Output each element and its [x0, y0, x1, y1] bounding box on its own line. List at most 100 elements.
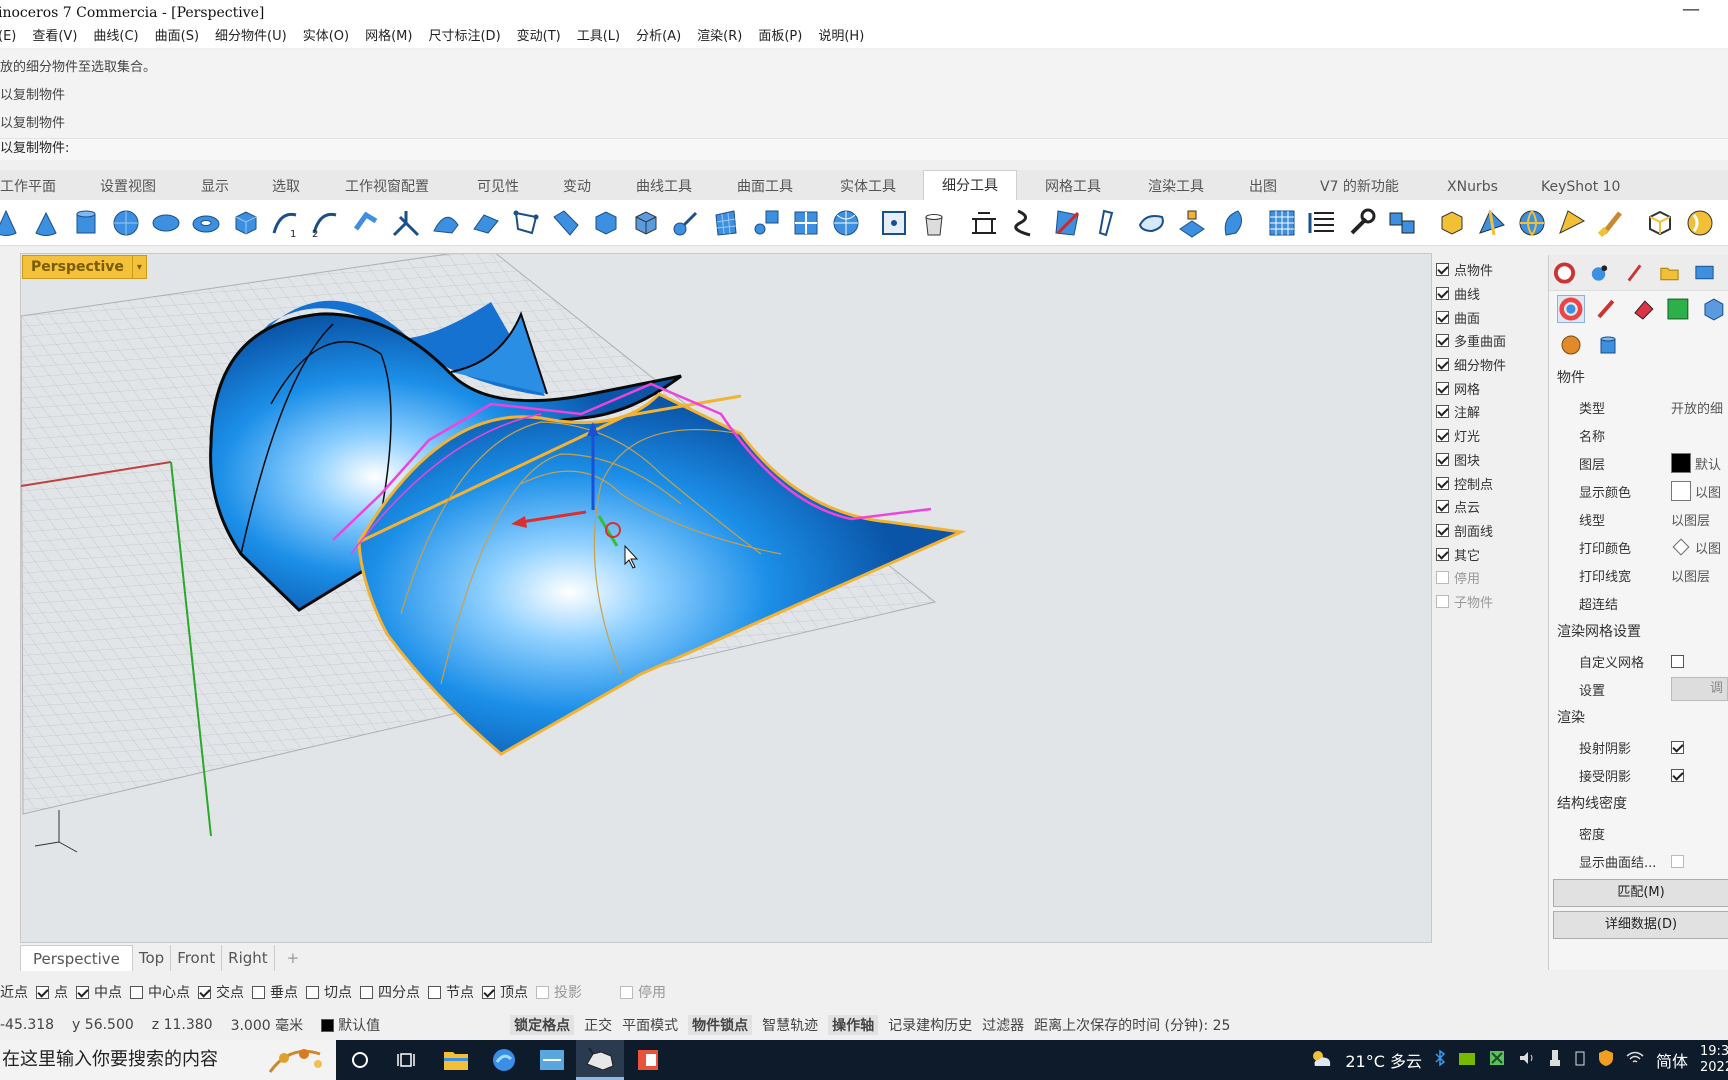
- checkbox[interactable]: [1671, 740, 1684, 754]
- tab-surface-tools[interactable]: 曲面工具: [737, 174, 793, 200]
- checkbox[interactable]: [1671, 768, 1684, 782]
- offset-icon[interactable]: [1218, 207, 1250, 239]
- keyshot-box-icon[interactable]: [1436, 207, 1468, 239]
- brush-icon[interactable]: [1623, 261, 1646, 285]
- visibility-item[interactable]: 停用: [1436, 566, 1546, 590]
- subdivide-icon[interactable]: [790, 207, 822, 239]
- nvidia-icon[interactable]: [1458, 1051, 1476, 1070]
- object-props-icon[interactable]: [1557, 295, 1585, 323]
- pane-filter[interactable]: 过滤器: [982, 1015, 1024, 1035]
- patch-icon[interactable]: [470, 207, 502, 239]
- visibility-item[interactable]: 细分物件: [1436, 353, 1546, 377]
- visibility-item[interactable]: 灯光: [1436, 424, 1546, 448]
- keyshot-send-icon[interactable]: [1556, 207, 1588, 239]
- visibility-item[interactable]: 曲面: [1436, 305, 1546, 329]
- skin-icon[interactable]: [390, 207, 422, 239]
- display-color-value[interactable]: 以图: [1695, 482, 1721, 501]
- insert-point-icon[interactable]: [878, 207, 910, 239]
- visibility-item[interactable]: 网格: [1436, 376, 1546, 400]
- checkbox[interactable]: [1436, 381, 1449, 395]
- property-row-cast-shadow[interactable]: 投射阴影: [1549, 733, 1728, 761]
- database-icon[interactable]: [1595, 333, 1619, 357]
- menu-subd[interactable]: 细分物件(U): [207, 26, 295, 48]
- checkbox[interactable]: [1436, 571, 1449, 585]
- details-button[interactable]: 详细数据(D): [1553, 911, 1728, 939]
- texture-icon[interactable]: [1629, 295, 1657, 323]
- pencil-icon[interactable]: [1593, 295, 1621, 323]
- weather-text[interactable]: 21°C 多云: [1345, 1048, 1422, 1072]
- property-row-linetype[interactable]: 线型 以图层: [1549, 505, 1728, 533]
- list-icon[interactable]: [1306, 207, 1338, 239]
- checkbox[interactable]: [1671, 654, 1684, 668]
- visibility-item[interactable]: 剖面线: [1436, 519, 1546, 543]
- checkbox[interactable]: [428, 985, 441, 999]
- checkbox[interactable]: [1436, 594, 1449, 608]
- checkbox[interactable]: [1436, 429, 1449, 443]
- tab-keyshot[interactable]: KeyShot 10: [1541, 174, 1620, 200]
- visibility-item[interactable]: 点云: [1436, 495, 1546, 519]
- tab-solid-tools[interactable]: 实体工具: [840, 174, 896, 200]
- task-view-icon[interactable]: [384, 1040, 432, 1080]
- brush-icon[interactable]: [1596, 207, 1628, 239]
- pane-smarttrack[interactable]: 智慧轨迹: [762, 1015, 818, 1035]
- tab-v7-new[interactable]: V7 的新功能: [1320, 174, 1399, 200]
- property-row-hyperlink[interactable]: 超连结: [1549, 589, 1728, 617]
- menu-dimension[interactable]: 尺寸标注(D): [420, 26, 508, 48]
- pane-history[interactable]: 记录建构历史: [888, 1015, 972, 1035]
- folder-icon[interactable]: [1658, 261, 1681, 285]
- sphere-icon[interactable]: [110, 207, 142, 239]
- cylinder-icon[interactable]: [70, 207, 102, 239]
- command-prompt[interactable]: 以复制物件:: [0, 138, 1728, 160]
- tray-icon[interactable]: [1574, 1049, 1586, 1071]
- connect-icon[interactable]: [670, 207, 702, 239]
- display-icon[interactable]: [1693, 261, 1716, 285]
- checkbox[interactable]: [1436, 500, 1449, 514]
- edit-points-icon[interactable]: [510, 207, 542, 239]
- osnap-quadrant[interactable]: 四分点: [360, 982, 420, 1002]
- pane-grid-snap[interactable]: 锁定格点: [510, 1015, 575, 1035]
- mesh-grid-icon[interactable]: [710, 207, 742, 239]
- volume-icon[interactable]: [1518, 1050, 1536, 1070]
- tab-cplanes[interactable]: 工作平面: [0, 174, 56, 200]
- osnap-disable[interactable]: 停用: [620, 982, 666, 1002]
- search-placeholder[interactable]: 在这里输入你要搜索的内容: [2, 1049, 218, 1070]
- checkbox[interactable]: [130, 985, 143, 999]
- print-width-value[interactable]: 以图层: [1671, 566, 1728, 585]
- property-row-print-color[interactable]: 打印颜色 以图: [1549, 533, 1728, 561]
- tab-select[interactable]: 选取: [272, 174, 300, 200]
- menu-edit[interactable]: (E): [0, 26, 24, 48]
- pane-ortho[interactable]: 正交: [584, 1015, 612, 1035]
- menu-transform[interactable]: 变动(T): [509, 26, 569, 48]
- property-row-receive-shadow[interactable]: 接受阴影: [1549, 761, 1728, 789]
- match-button[interactable]: 匹配(M): [1553, 879, 1728, 907]
- wifi-icon[interactable]: [1626, 1050, 1644, 1070]
- layer-swatch[interactable]: [1671, 453, 1691, 473]
- visibility-item[interactable]: 曲线: [1436, 282, 1546, 306]
- usb-icon[interactable]: [1548, 1049, 1562, 1071]
- visibility-item[interactable]: 注解: [1436, 400, 1546, 424]
- tab-render-tools[interactable]: 渲染工具: [1148, 174, 1204, 200]
- menu-analyze[interactable]: 分析(A): [628, 26, 689, 48]
- bridge-tool-icon[interactable]: [968, 207, 1000, 239]
- checkbox[interactable]: [620, 985, 633, 999]
- fill-hole-icon[interactable]: [1136, 207, 1168, 239]
- visibility-item[interactable]: 点物件: [1436, 258, 1546, 282]
- decal-icon[interactable]: [1664, 295, 1692, 323]
- osnap-midpoint[interactable]: 中点: [76, 982, 122, 1002]
- osnap-perpendicular[interactable]: 垂点: [252, 982, 298, 1002]
- checkbox[interactable]: [1436, 358, 1449, 372]
- checkbox[interactable]: [1671, 854, 1684, 868]
- rhino-icon[interactable]: [576, 1040, 624, 1080]
- pipe-icon[interactable]: [1176, 207, 1208, 239]
- checkbox[interactable]: [1436, 476, 1449, 490]
- subd-cube-icon[interactable]: [630, 207, 662, 239]
- print-color-value[interactable]: 以图: [1695, 538, 1721, 557]
- menu-render[interactable]: 渲染(R): [689, 26, 750, 48]
- cube-icon[interactable]: [1700, 295, 1728, 323]
- property-row-show-isocurve[interactable]: 显示曲面结...: [1549, 847, 1728, 875]
- weather-icon[interactable]: [1309, 1048, 1333, 1072]
- checkbox[interactable]: [1436, 405, 1449, 419]
- bridge-icon[interactable]: [430, 207, 462, 239]
- checkbox[interactable]: [76, 985, 89, 999]
- subd-sphere-icon[interactable]: [830, 207, 862, 239]
